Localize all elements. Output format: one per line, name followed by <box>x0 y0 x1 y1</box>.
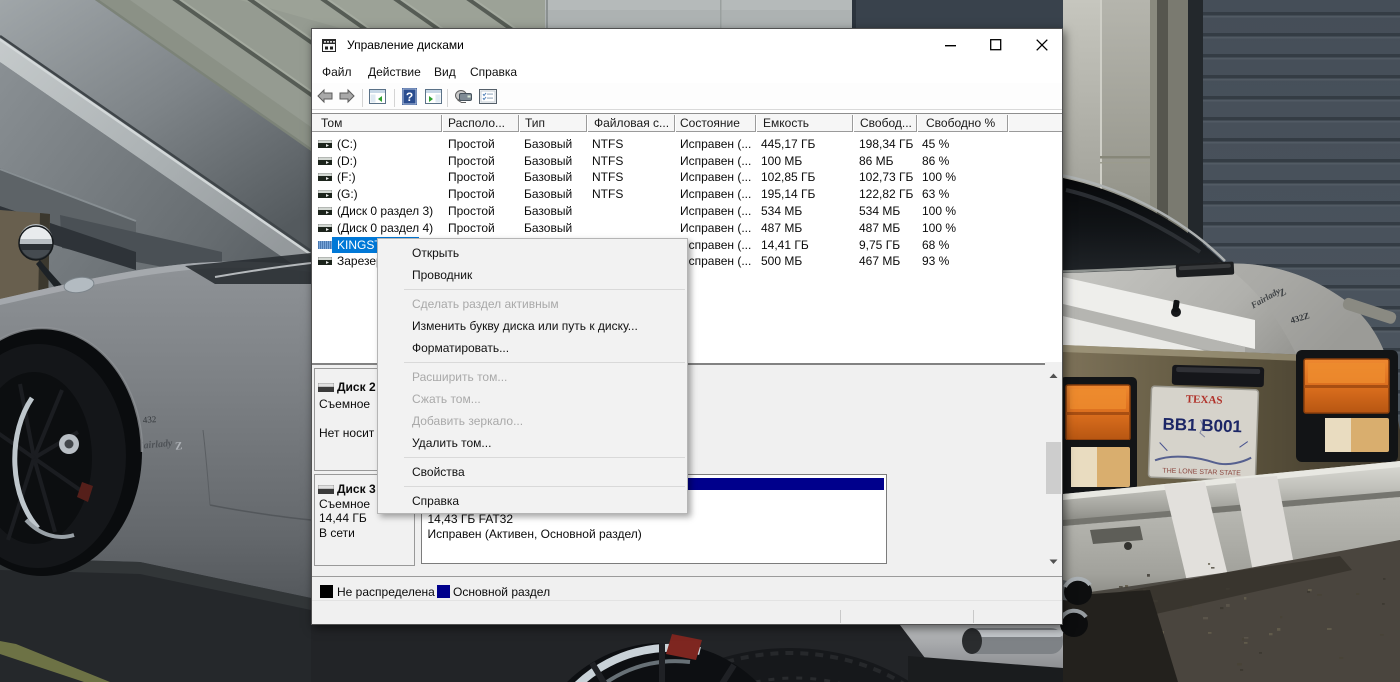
svg-text:Z: Z <box>175 440 183 453</box>
svg-text:432: 432 <box>142 414 156 425</box>
svg-text:BB1 B001: BB1 B001 <box>1162 415 1242 437</box>
svg-text:?: ? <box>406 90 413 104</box>
svg-text:TEXAS: TEXAS <box>1186 393 1223 406</box>
